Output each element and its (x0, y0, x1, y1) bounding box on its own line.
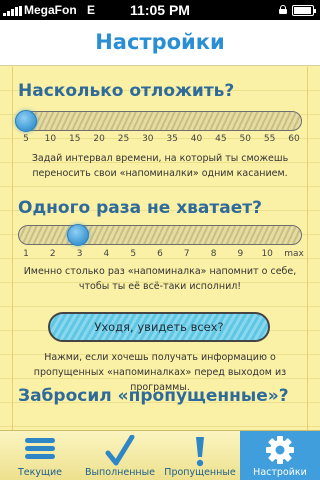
slider-tick-label: 25 (117, 134, 130, 144)
slider-tick-label: 50 (239, 134, 251, 144)
tab-settings-label: Настройки (253, 467, 307, 478)
slider-tick-label: 40 (190, 134, 203, 144)
rotation-lock-icon (279, 5, 287, 14)
missed-cleanup-title: Забросил «пропущенные»? (18, 386, 289, 406)
slider-tick-label: 10 (44, 134, 57, 144)
slider-tick-label: 5 (23, 134, 29, 144)
slider-tick-label: 2 (49, 249, 56, 259)
repeat-count-ticks: 1 2 3 4 5 6 7 8 9 10 max (18, 249, 304, 261)
snooze-interval-description: Задай интервал времени, на который ты см… (31, 153, 289, 179)
tab-current[interactable]: Текущие (0, 431, 80, 480)
tab-completed[interactable]: Выполненные (80, 431, 160, 480)
slider-tick-label: 45 (215, 134, 227, 144)
paper-margin-line (12, 67, 13, 430)
slider-tick-label: 4 (103, 249, 110, 259)
slider-tick-label: 7 (183, 249, 190, 259)
tab-completed-label: Выполненные (85, 467, 155, 478)
gear-icon (266, 436, 294, 464)
page-title: Настройки (95, 30, 225, 54)
tab-bar: Текущие Выполненные Пропущенные Настройк… (0, 430, 320, 480)
slider-tick-label: 55 (263, 134, 276, 144)
tab-settings[interactable]: Настройки (240, 431, 320, 480)
exclamation-icon (196, 437, 204, 467)
tab-missed[interactable]: Пропущенные (160, 431, 240, 480)
status-bar: MegaFon E 11:05 PM (0, 0, 320, 20)
battery-icon (292, 5, 316, 16)
slider-tick-label: 10 (261, 249, 273, 259)
snooze-interval-slider[interactable] (15, 109, 302, 132)
repeat-count-slider-thumb[interactable] (67, 223, 89, 246)
repeat-count-slider[interactable] (18, 223, 302, 246)
snooze-interval-ticks: 5 10 15 20 25 30 35 40 45 50 55 60 (18, 134, 302, 146)
slider-tick-label: 30 (142, 134, 154, 144)
slider-tick-label: 3 (76, 249, 83, 259)
paper-margin-line (307, 67, 308, 430)
show-missed-on-exit-button[interactable]: Уходя, увидеть всех? (48, 312, 270, 342)
list-icon (25, 438, 55, 459)
tab-current-label: Текущие (18, 467, 62, 478)
tab-missed-label: Пропущенные (164, 467, 236, 478)
slider-tick-label: 1 (23, 249, 29, 259)
navigation-bar: Настройки (0, 20, 320, 66)
repeat-count-title: Одного раза не хватает? (18, 198, 262, 218)
slider-tick-label: 5 (130, 249, 137, 259)
slider-tick-label: 15 (68, 134, 81, 144)
slider-tick-label: max (284, 249, 304, 259)
slider-tick-label: 60 (288, 134, 300, 144)
clock: 11:05 PM (130, 2, 190, 18)
snooze-interval-title: Насколько отложить? (18, 81, 235, 101)
slider-tick-label: 9 (237, 249, 244, 259)
repeat-count-description: Именно столько раз «напоминалка» напомни… (23, 266, 297, 292)
slider-tick-label: 35 (166, 134, 178, 144)
checkmark-icon (105, 435, 135, 466)
slider-tick-label: 20 (93, 134, 105, 144)
slider-tick-label: 8 (210, 249, 217, 259)
snooze-interval-slider-thumb[interactable] (15, 109, 37, 132)
settings-content[interactable]: Насколько отложить? 5 10 15 20 25 30 35 40 45 50 5… (0, 67, 320, 430)
slider-tick-label: 6 (157, 249, 163, 259)
